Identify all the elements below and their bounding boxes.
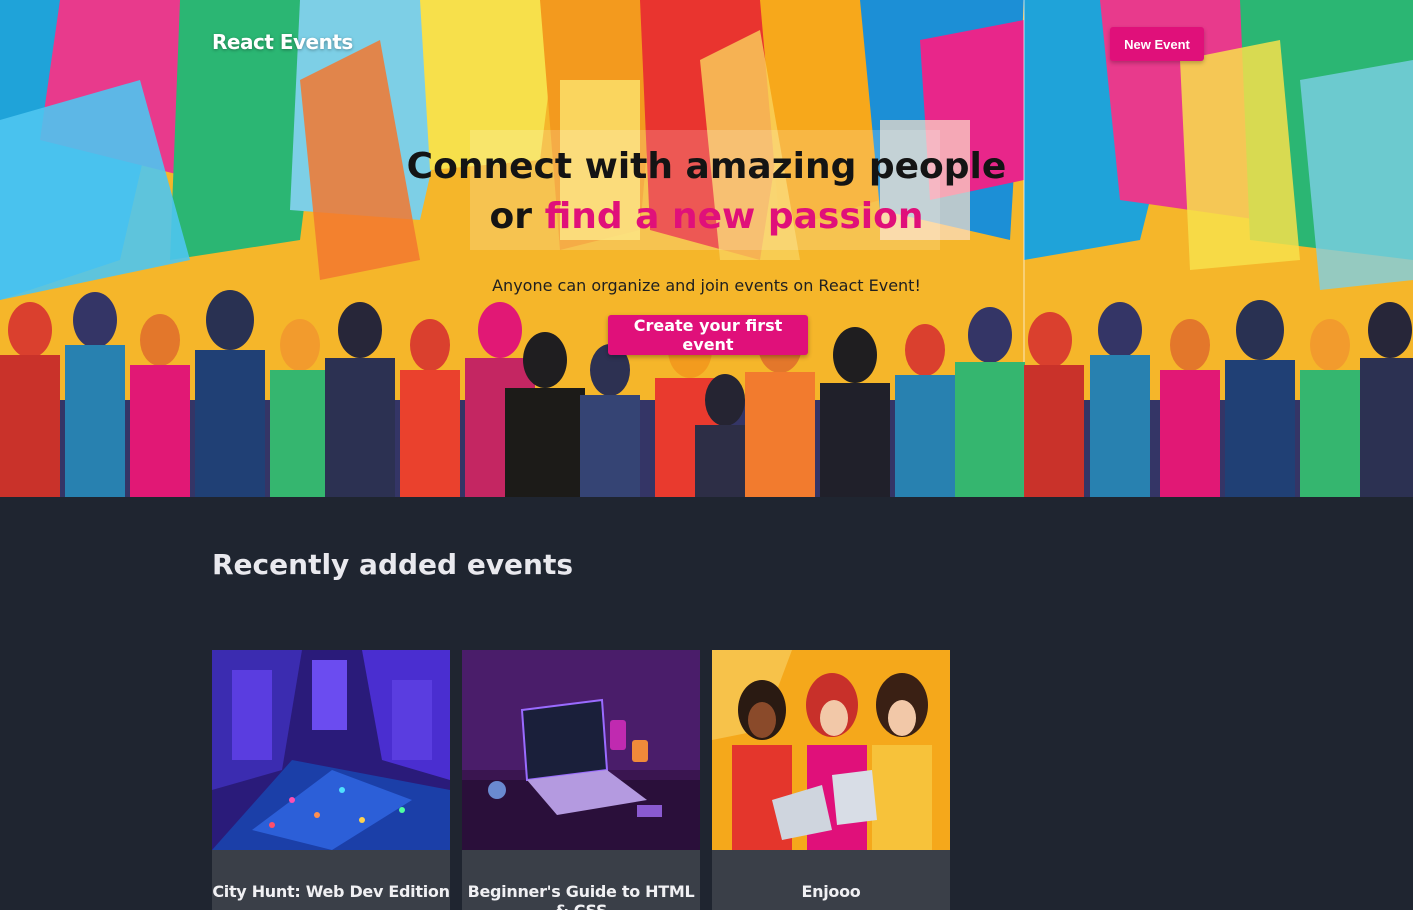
event-image-women — [712, 650, 950, 850]
hero-subtext: Anyone can organize and join events on R… — [492, 276, 921, 295]
headline-line-1: Connect with amazing people — [406, 146, 1007, 187]
headline-or: or — [489, 196, 533, 237]
event-card-title[interactable]: Enjooo — [712, 882, 950, 901]
event-card[interactable]: Beginner's Guide to HTML & CSS — [462, 650, 700, 910]
event-image-laptop — [462, 650, 700, 850]
brand-logo-text[interactable]: React Events — [212, 30, 353, 54]
hero-banner: React Events New Event Connect with amaz… — [0, 0, 1413, 497]
hero-crowd-illustration — [0, 0, 1413, 497]
create-first-event-button[interactable]: Create your first event — [608, 315, 808, 355]
event-card[interactable]: Enjooo — [712, 650, 950, 910]
event-image-city — [212, 650, 450, 850]
event-card-title[interactable]: City Hunt: Web Dev Edition — [212, 882, 450, 901]
event-card[interactable]: City Hunt: Web Dev Edition — [212, 650, 450, 910]
hero-headline: Connect with amazing people or find a ne… — [0, 142, 1413, 242]
headline-accent: find a new passion — [544, 196, 924, 237]
recent-events-heading: Recently added events — [212, 548, 574, 581]
new-event-button[interactable]: New Event — [1110, 27, 1204, 61]
event-card-title[interactable]: Beginner's Guide to HTML & CSS — [462, 882, 700, 910]
headline-line-2: or find a new passion — [0, 192, 1413, 242]
